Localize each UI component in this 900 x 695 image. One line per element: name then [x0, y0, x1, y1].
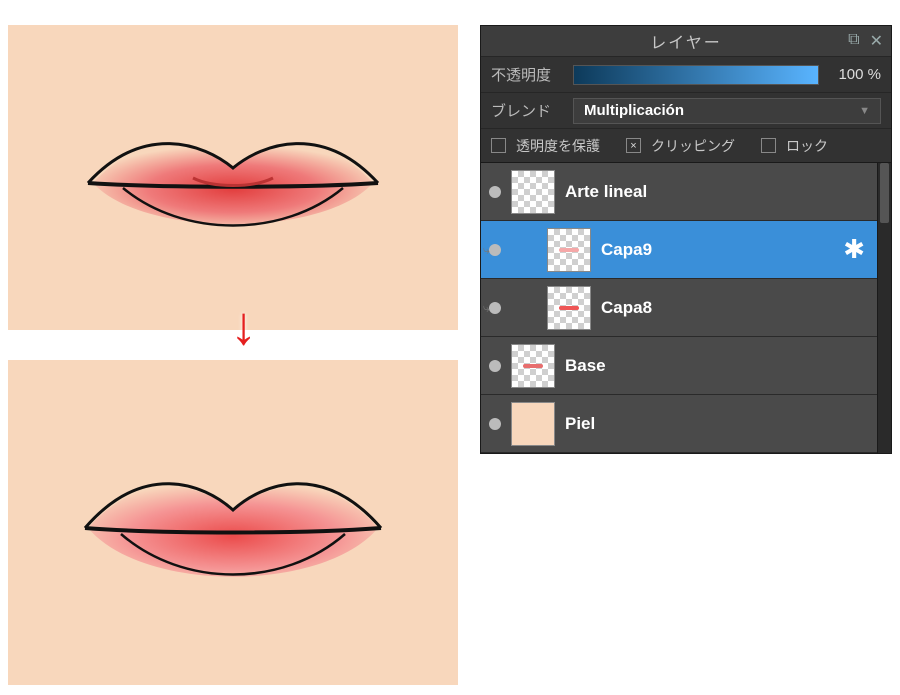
layer-thumbnail: [511, 344, 555, 388]
layer-row[interactable]: ⤷ Capa9 ✱: [481, 221, 877, 279]
opacity-label: 不透明度: [491, 64, 561, 85]
visibility-toggle[interactable]: [489, 244, 501, 256]
clip-indicator-icon: ⤷: [483, 243, 490, 258]
clipping-label: クリッピング: [651, 136, 735, 156]
thumbnail-mark: [559, 306, 579, 310]
preserve-opacity-checkbox[interactable]: [491, 138, 506, 153]
clipping-checkbox[interactable]: [626, 138, 641, 153]
clip-indicator-icon: ⤷: [483, 301, 490, 316]
lock-label: ロック: [786, 136, 828, 156]
chevron-down-icon: ▼: [859, 105, 870, 117]
layer-row[interactable]: Arte lineal: [481, 163, 877, 221]
opacity-row: 不透明度 100 %: [481, 56, 891, 92]
opacity-slider[interactable]: [573, 65, 819, 85]
opacity-fill: [574, 66, 818, 84]
layer-row[interactable]: ⤷ Capa8: [481, 279, 877, 337]
blend-label: ブレンド: [491, 100, 561, 121]
layer-thumbnail: [547, 286, 591, 330]
layers-panel: レイヤー ⧉ ✕ 不透明度 100 % ブレンド Multiplicación …: [480, 25, 892, 454]
blend-mode-select[interactable]: Multiplicación ▼: [573, 98, 881, 124]
canvas-before: [8, 25, 458, 330]
popout-icon[interactable]: ⧉: [848, 31, 861, 51]
layers-scrollbar[interactable]: ▲: [877, 163, 891, 453]
layer-options-row: 透明度を保護 クリッピング ロック: [481, 128, 891, 162]
layer-thumbnail: [511, 402, 555, 446]
lock-checkbox[interactable]: [761, 138, 776, 153]
lips-illustration-before: [53, 88, 413, 268]
panel-titlebar[interactable]: レイヤー ⧉ ✕: [481, 26, 891, 56]
layer-thumbnail: [547, 228, 591, 272]
layer-thumbnail: [511, 170, 555, 214]
layer-name: Piel: [565, 414, 877, 434]
visibility-toggle[interactable]: [489, 302, 501, 314]
layer-row[interactable]: Base: [481, 337, 877, 395]
thumbnail-mark: [559, 248, 579, 252]
layer-name: Capa8: [601, 298, 877, 318]
lips-illustration-after: [53, 428, 413, 618]
opacity-value: 100 %: [831, 66, 881, 83]
blend-row: ブレンド Multiplicación ▼: [481, 92, 891, 128]
visibility-toggle[interactable]: [489, 360, 501, 372]
blend-mode-value: Multiplicación: [584, 102, 684, 119]
layer-name: Base: [565, 356, 877, 376]
panel-title-text: レイヤー: [650, 29, 722, 53]
layer-list: ▲ Arte lineal ⤷ Capa9 ✱ ⤷ Capa8 Base Piel: [481, 162, 891, 453]
gear-icon[interactable]: ✱: [843, 234, 865, 265]
canvas-after: [8, 360, 458, 685]
arrow-down-icon: ↓: [230, 295, 257, 357]
layer-name: Capa9: [601, 240, 833, 260]
scrollbar-thumb[interactable]: [880, 163, 889, 223]
layer-row[interactable]: Piel: [481, 395, 877, 453]
layer-name: Arte lineal: [565, 182, 877, 202]
close-icon[interactable]: ✕: [870, 31, 885, 51]
thumbnail-mark: [523, 364, 543, 368]
visibility-toggle[interactable]: [489, 186, 501, 198]
visibility-toggle[interactable]: [489, 418, 501, 430]
preserve-opacity-label: 透明度を保護: [516, 136, 600, 156]
